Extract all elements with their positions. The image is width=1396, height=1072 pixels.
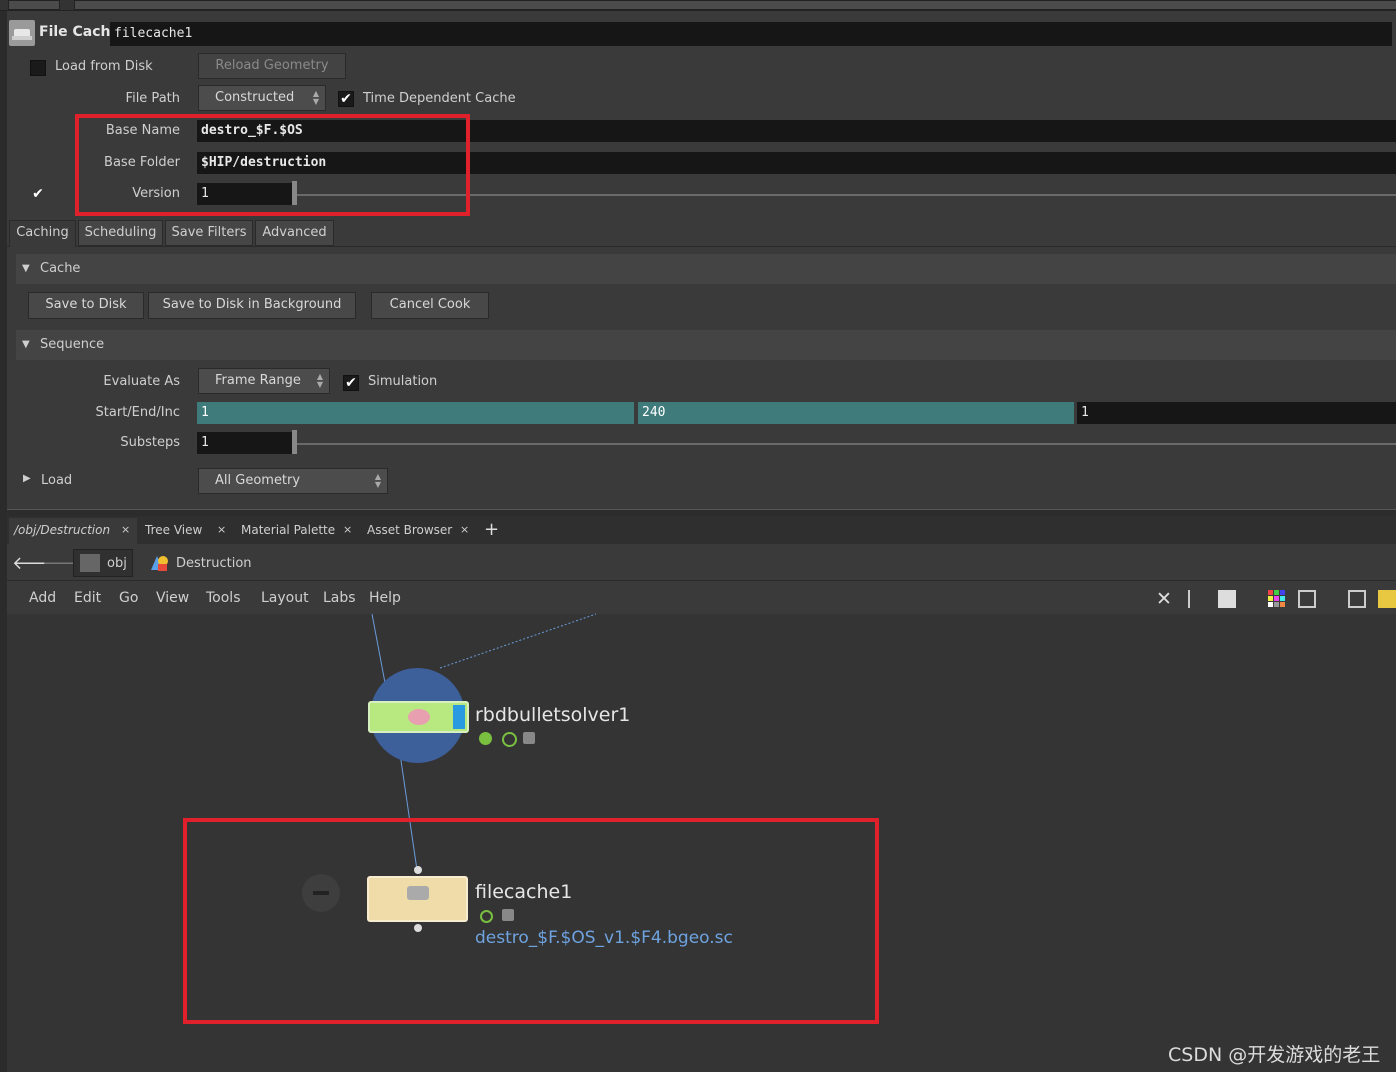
watermark: CSDN @开发游戏的老王	[1168, 1044, 1381, 1066]
time-dependent-icon	[502, 732, 517, 747]
solver-node-icon	[408, 709, 430, 725]
lock-icon	[523, 732, 535, 744]
status-cook-icon	[479, 732, 492, 745]
wire-dotted	[439, 613, 597, 669]
solver-display-flag[interactable]	[453, 705, 465, 729]
solver-node-name[interactable]: rbdbulletsolver1	[475, 704, 630, 726]
highlight-box-node	[183, 818, 879, 1024]
solver-node[interactable]	[368, 701, 469, 733]
wire-input	[371, 613, 387, 689]
